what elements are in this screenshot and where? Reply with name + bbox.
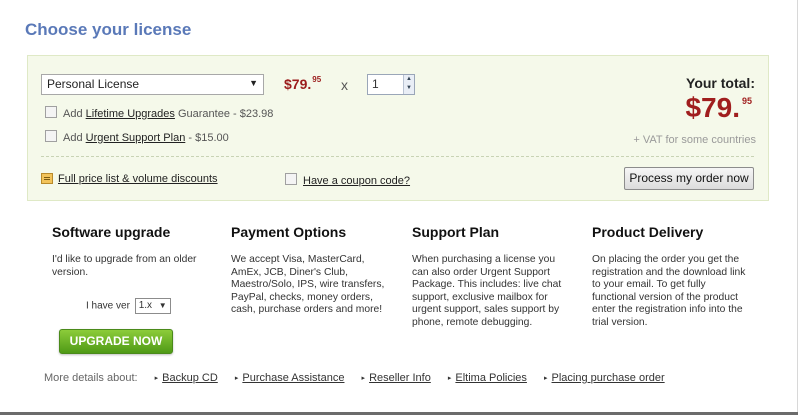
- unit-price-main: $79.: [284, 76, 312, 92]
- column-title: Support Plan: [412, 224, 500, 240]
- addon-suffix: Guarantee - $23.98: [174, 108, 274, 120]
- bullet-arrow-icon: ▸: [544, 375, 548, 382]
- more-link-eltima-policies[interactable]: ▸ Eltima Policies: [448, 372, 527, 384]
- more-link-purchase-assistance[interactable]: ▸ Purchase Assistance: [235, 372, 345, 384]
- column-support-plan: Support Plan When purchasing a license y…: [412, 224, 570, 330]
- page-title: Choose your license: [25, 20, 192, 39]
- version-label: I have ver: [86, 300, 130, 312]
- divider: [41, 156, 754, 157]
- upgrade-now-button[interactable]: UPGRADE NOW: [59, 329, 173, 354]
- column-title: Payment Options: [231, 224, 347, 240]
- more-link-backup-cd[interactable]: ▸ Backup CD: [155, 372, 218, 384]
- column-text: We accept Visa, MasterCard, AmEx, JCB, D…: [231, 254, 385, 316]
- bullet-arrow-icon: ▸: [447, 375, 452, 382]
- addon-prefix: Add: [63, 132, 86, 144]
- more-details-label: More details about:: [44, 372, 138, 384]
- bullet-arrow-icon: ▸: [361, 375, 366, 382]
- column-product-delivery: Product Delivery On placing the order yo…: [592, 224, 750, 330]
- bullet-arrow-icon: ▸: [154, 375, 159, 382]
- more-link-placing-purchase-order[interactable]: ▸ Placing purchase order: [544, 372, 665, 384]
- coupon-link[interactable]: Have a coupon code?: [303, 175, 410, 187]
- unit-price: $79.95: [284, 75, 322, 92]
- more-link-text[interactable]: Purchase Assistance: [242, 372, 344, 384]
- column-payment-options: Payment Options We accept Visa, MasterCa…: [231, 224, 389, 317]
- version-value: 1.x: [138, 300, 153, 311]
- column-software-upgrade: Software upgrade I'd like to upgrade fro…: [52, 224, 210, 279]
- column-text: I'd like to upgrade from an older versio…: [52, 254, 197, 278]
- version-row: I have ver 1.x ▼: [86, 298, 171, 314]
- checkbox-icon[interactable]: [45, 106, 57, 118]
- column-title: Product Delivery: [592, 224, 704, 240]
- addon-urgent-support[interactable]: Add Urgent Support Plan - $15.00: [45, 130, 229, 144]
- more-link-text[interactable]: Eltima Policies: [455, 372, 527, 384]
- total-cents: 95: [741, 96, 752, 106]
- quantity-value: 1: [372, 77, 379, 91]
- chevron-down-icon: ▼: [249, 78, 258, 88]
- more-details-bar: More details about: ▸ Backup CD ▸ Purchase…: [44, 372, 665, 384]
- version-select[interactable]: 1.x ▼: [134, 298, 171, 314]
- times-sign: x: [341, 77, 348, 93]
- total-main: $79.: [685, 92, 740, 123]
- unit-price-cents: 95: [312, 75, 322, 84]
- more-link-text[interactable]: Reseller Info: [369, 372, 431, 384]
- column-title: Software upgrade: [52, 224, 171, 240]
- bullet-arrow-icon: ▸: [234, 375, 239, 382]
- lifetime-upgrades-link[interactable]: Lifetime Upgrades: [86, 108, 175, 120]
- addon-suffix: - $15.00: [185, 132, 229, 144]
- process-order-button[interactable]: Process my order now: [624, 167, 754, 190]
- column-text: When purchasing a license you can also o…: [412, 254, 562, 328]
- chevron-down-icon: ▼: [158, 301, 167, 310]
- total-label: Your total:: [686, 75, 755, 91]
- spinner-arrows-icon[interactable]: ▲ ▼: [403, 75, 414, 94]
- checkbox-icon[interactable]: [285, 173, 297, 185]
- more-link-text[interactable]: Placing purchase order: [552, 372, 665, 384]
- urgent-support-link[interactable]: Urgent Support Plan: [86, 132, 186, 144]
- price-list-icon: [41, 173, 53, 184]
- license-select[interactable]: Personal License ▼: [41, 74, 264, 95]
- quantity-stepper[interactable]: 1 ▲ ▼: [367, 74, 415, 95]
- addon-lifetime-upgrades[interactable]: Add Lifetime Upgrades Guarantee - $23.98: [45, 106, 273, 120]
- order-box: Personal License ▼ $79.95 x 1 ▲ ▼ Add Lif…: [27, 55, 769, 201]
- price-list-link[interactable]: Full price list & volume discounts: [41, 173, 218, 185]
- checkbox-icon[interactable]: [45, 130, 57, 142]
- coupon-toggle[interactable]: Have a coupon code?: [285, 173, 410, 187]
- vat-note: + VAT for some countries: [633, 134, 756, 146]
- more-link-reseller-info[interactable]: ▸ Reseller Info: [362, 372, 431, 384]
- license-select-value: Personal License: [47, 77, 140, 91]
- column-text: On placing the order you get the registr…: [592, 254, 746, 328]
- more-link-text[interactable]: Backup CD: [162, 372, 218, 384]
- total-value: $79. 95: [685, 92, 752, 124]
- addon-prefix: Add: [63, 108, 86, 120]
- price-list-text[interactable]: Full price list & volume discounts: [58, 173, 218, 185]
